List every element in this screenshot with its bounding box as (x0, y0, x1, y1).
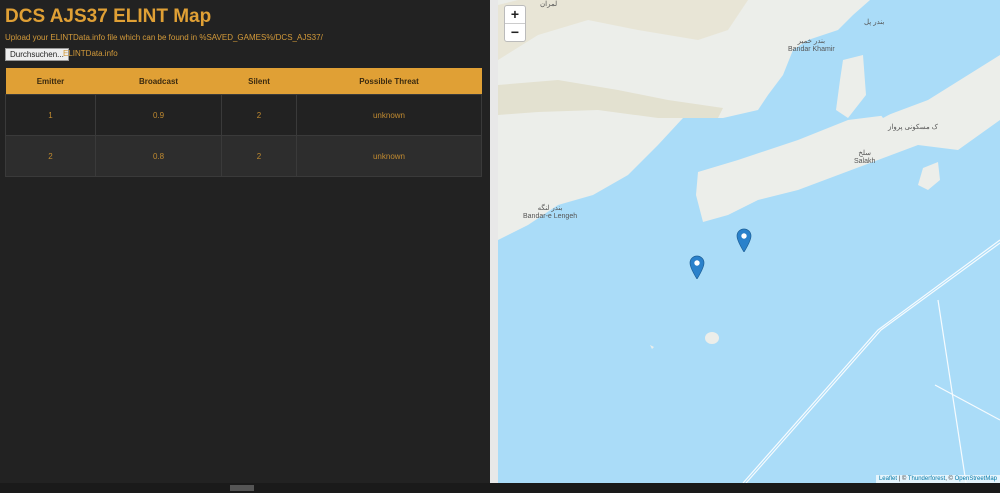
emitter-marker-icon[interactable] (736, 228, 752, 252)
header-possible-threat: Possible Threat (296, 68, 482, 95)
map-label-en: Bandar Khamir (788, 46, 835, 53)
selected-file-name: ELINTData.info (63, 49, 118, 58)
map-label-en: Salakh (854, 158, 876, 165)
cell-threat: unknown (296, 135, 482, 177)
scrollbar-thumb[interactable] (230, 485, 254, 491)
table-row: 1 0.9 2 unknown (5, 94, 482, 136)
attribution-separator: , © (945, 476, 955, 482)
emitter-marker-icon[interactable] (689, 255, 705, 279)
osm-link[interactable]: OpenStreetMap (955, 476, 997, 482)
attribution-separator: | © (896, 476, 908, 482)
map-label: سلخ Salakh (854, 150, 875, 166)
thunderforest-link[interactable]: Thunderforest (908, 476, 945, 482)
map-label: بندر پل (864, 19, 885, 26)
map-label: ک مسکونی پرواز (888, 124, 938, 131)
panel-divider[interactable] (490, 0, 498, 483)
zoom-control: + − (504, 5, 526, 42)
table-row: 2 0.8 2 unknown (5, 135, 482, 177)
cell-broadcast: 0.9 (95, 94, 222, 136)
header-silent: Silent (221, 68, 297, 95)
upload-hint: Upload your ELINTData.info file which ca… (5, 33, 323, 42)
page-title: DCS AJS37 ELINT Map (5, 6, 212, 27)
map-label: بندر لنگه Bandar-e Lengeh (523, 205, 577, 221)
emitter-table: Emitter Broadcast Silent Possible Threat… (5, 68, 482, 177)
cell-silent: 2 (221, 135, 297, 177)
header-emitter: Emitter (5, 68, 96, 95)
cell-emitter: 1 (5, 94, 96, 136)
map-label-fa: بندر لنگه (537, 205, 563, 212)
cell-silent: 2 (221, 94, 297, 136)
map-attribution: Leaflet | © Thunderforest, © OpenStreetM… (875, 475, 1000, 483)
leaflet-link[interactable]: Leaflet (879, 476, 897, 482)
zoom-out-button[interactable]: − (505, 23, 525, 41)
cell-emitter: 2 (5, 135, 96, 177)
zoom-in-button[interactable]: + (505, 6, 525, 23)
browse-button[interactable]: Durchsuchen... (5, 48, 69, 61)
header-broadcast: Broadcast (95, 68, 222, 95)
cell-broadcast: 0.8 (95, 135, 222, 177)
left-panel: DCS AJS37 ELINT Map Upload your ELINTDat… (0, 0, 490, 483)
horizontal-scrollbar[interactable] (0, 483, 1000, 493)
map[interactable]: + − لمران بندر پل بندر خمیر Bandar Khamir… (498, 0, 1000, 483)
map-label-fa: سلخ (858, 150, 872, 157)
map-label-fa: بندر خمیر (797, 38, 826, 45)
map-label-en: Bandar-e Lengeh (523, 213, 578, 220)
cell-threat: unknown (296, 94, 482, 136)
map-label: بندر خمیر Bandar Khamir (788, 38, 835, 54)
map-label: لمران (540, 1, 558, 8)
